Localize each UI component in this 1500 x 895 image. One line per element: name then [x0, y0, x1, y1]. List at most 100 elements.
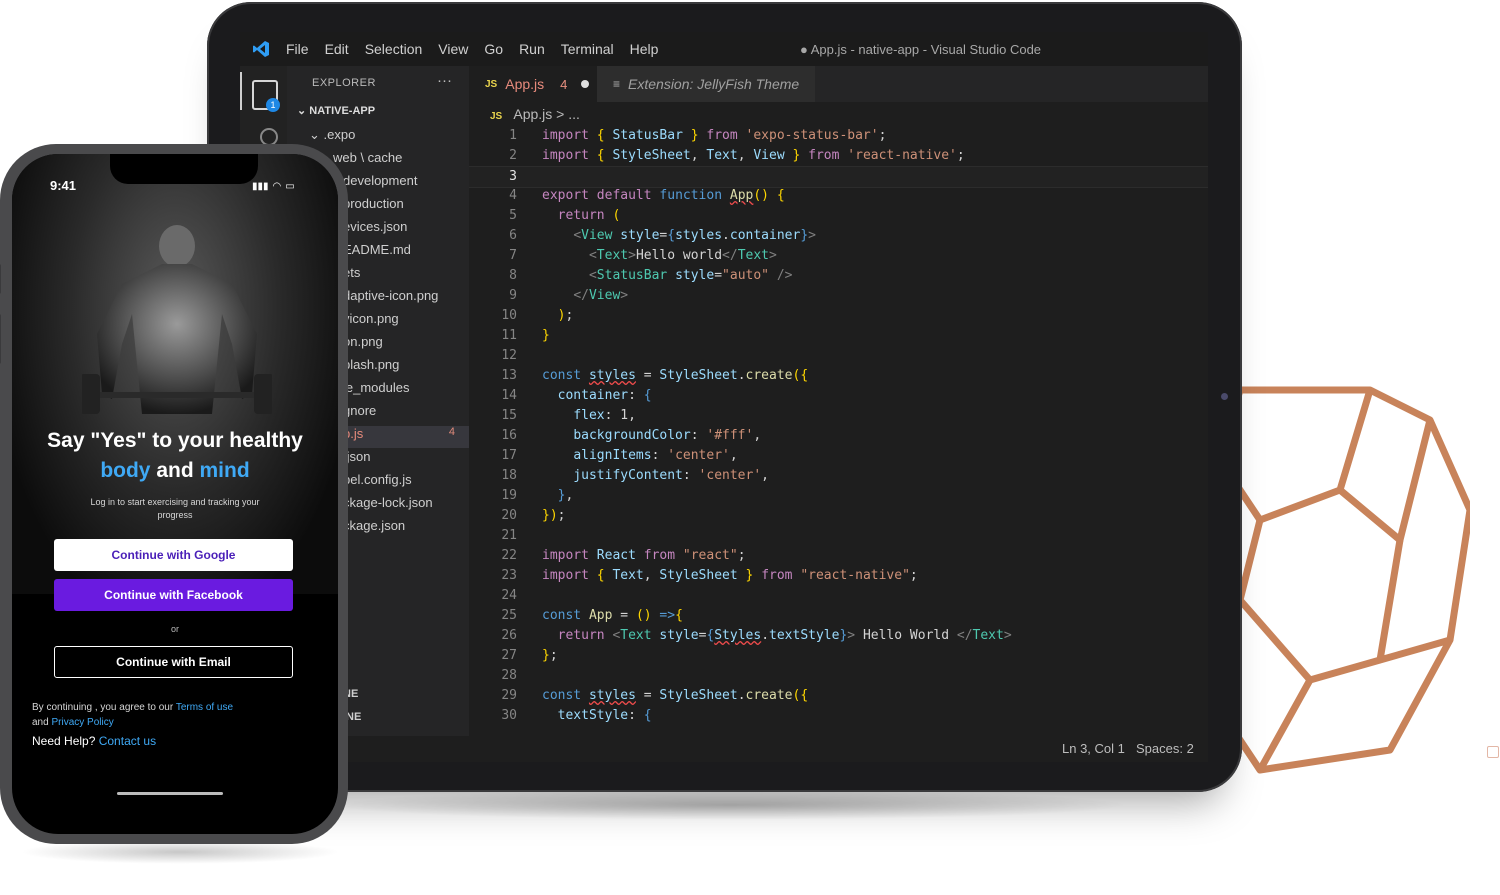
indentation-setting[interactable]: Spaces: 2 — [1136, 741, 1194, 756]
privacy-policy-link[interactable]: Privacy Policy — [51, 717, 113, 728]
code-line[interactable]: 4 export default function App() { — [469, 186, 1208, 206]
tree-item[interactable]: development — [343, 173, 417, 188]
code-line[interactable]: 11} — [469, 326, 1208, 346]
code-text: container: { — [557, 388, 652, 403]
line-number: 6 — [509, 228, 517, 243]
tab-app-js[interactable]: JS App.js 4 — [469, 66, 597, 102]
line-number: 15 — [501, 408, 517, 423]
code-line[interactable]: 24 — [469, 586, 1208, 606]
tree-item[interactable]: le_modules — [343, 380, 410, 395]
vscode-logo-icon — [253, 41, 269, 57]
code-line[interactable]: 22 import React from "react"; — [469, 546, 1208, 566]
terms-of-use-link[interactable]: Terms of use — [176, 702, 233, 713]
unsaved-dot-icon[interactable] — [581, 80, 590, 88]
line-number: 29 — [501, 688, 517, 703]
line-number: 27 — [501, 648, 517, 663]
menu-edit[interactable]: Edit — [325, 41, 349, 57]
breadcrumb: JS App.js > ... — [490, 106, 580, 122]
code-line[interactable]: 3 — [469, 166, 1208, 188]
tree-item[interactable]: evices.json — [343, 219, 407, 234]
code-line[interactable]: 14 container: { — [469, 386, 1208, 406]
menu-view[interactable]: View — [438, 41, 468, 57]
tree-item[interactable]: ckage.json — [343, 518, 405, 533]
code-line[interactable]: 13 const styles = StyleSheet.create({ — [469, 366, 1208, 386]
line-number: 9 — [509, 288, 517, 303]
code-line[interactable]: 23 import { Text, StyleSheet } from "reac… — [469, 566, 1208, 586]
continue-facebook-button[interactable]: Continue with Facebook — [54, 579, 293, 611]
line-number: 23 — [501, 568, 517, 583]
line-number: 5 — [509, 208, 517, 223]
menu-help[interactable]: Help — [630, 41, 659, 57]
code-line[interactable]: 17 alignItems: 'center', — [469, 446, 1208, 466]
code-line[interactable]: 15 flex: 1, — [469, 406, 1208, 426]
tree-item[interactable]: ⌄ .expo — [309, 127, 355, 143]
code-text: import { StatusBar } from 'expo-status-b… — [542, 128, 887, 143]
code-line[interactable]: 18 justifyContent: 'center', — [469, 466, 1208, 486]
code-text: <View style={styles.container}> — [573, 228, 816, 243]
tree-item[interactable]: on.png — [343, 334, 383, 349]
continue-google-button[interactable]: Continue with Google — [54, 539, 293, 571]
code-line[interactable]: 1 import { StatusBar } from 'expo-status-… — [469, 126, 1208, 146]
status-time: 9:41 — [50, 178, 77, 193]
code-line[interactable]: 16 backgroundColor: '#fff', — [469, 426, 1208, 446]
tree-item[interactable]: vicon.png — [343, 311, 399, 326]
line-number: 22 — [501, 548, 517, 563]
code-line[interactable]: 8 <StatusBar style="auto" /> — [469, 266, 1208, 286]
code-text: import { Text, StyleSheet } from "react-… — [542, 568, 918, 583]
code-line[interactable]: 12 — [469, 346, 1208, 366]
window-title: ● App.js - native-app - Visual Studio Co… — [800, 42, 1042, 57]
line-number: 17 — [501, 448, 517, 463]
terms-prefix: By continuing , you agree to our — [32, 702, 176, 713]
menu-file[interactable]: File — [286, 41, 309, 57]
code-text: alignItems: 'center', — [573, 448, 738, 463]
tree-item[interactable]: EADME.md — [343, 242, 411, 257]
js-file-icon: JS — [490, 111, 503, 122]
code-line[interactable]: 21 — [469, 526, 1208, 546]
contact-us-link[interactable]: Contact us — [99, 734, 156, 748]
athlete-figure-image — [82, 225, 272, 414]
menu-selection[interactable]: Selection — [365, 41, 423, 57]
code-text: return <Text style={Styles.textStyle}> H… — [557, 628, 1012, 643]
tablet-camera — [1221, 393, 1228, 400]
line-number: 19 — [501, 488, 517, 503]
line-number: 7 — [509, 248, 517, 263]
tree-item[interactable]: web \ cache — [333, 150, 402, 165]
code-line[interactable]: 19 }, — [469, 486, 1208, 506]
tree-item[interactable]: plash.png — [343, 357, 399, 372]
code-line[interactable]: 26 return <Text style={Styles.textStyle}… — [469, 626, 1208, 646]
code-line[interactable]: 7 <Text>Hello world</Text> — [469, 246, 1208, 266]
home-indicator — [117, 792, 223, 795]
code-line[interactable]: 10 ); — [469, 306, 1208, 326]
tree-item[interactable]: bel.config.js — [343, 472, 412, 487]
tab-extension-theme[interactable]: ≡ Extension: JellyFish Theme — [597, 66, 815, 102]
menu-go[interactable]: Go — [484, 41, 503, 57]
menu-run[interactable]: Run — [519, 41, 545, 57]
code-line[interactable]: 28 — [469, 666, 1208, 686]
cursor-position[interactable]: Ln 3, Col 1 — [1062, 741, 1125, 756]
folder-root[interactable]: ⌄ NATIVE-APP — [297, 104, 375, 117]
code-text: import { StyleSheet, Text, View } from '… — [542, 148, 965, 163]
terms-text: By continuing , you agree to our Terms o… — [32, 700, 322, 730]
tree-item[interactable]: daptive-icon.png — [343, 288, 438, 303]
line-number: 3 — [509, 169, 517, 184]
code-line[interactable]: 2 import { StyleSheet, Text, View } from … — [469, 146, 1208, 166]
tree-item[interactable]: ckage-lock.json — [343, 495, 433, 510]
code-line[interactable]: 20}); — [469, 506, 1208, 526]
menu-terminal[interactable]: Terminal — [561, 41, 614, 57]
terms-and: and — [32, 717, 52, 728]
code-text: }; — [542, 648, 558, 663]
line-number: 13 — [501, 368, 517, 383]
code-line[interactable]: 25 const App = () =>{ — [469, 606, 1208, 626]
code-line[interactable]: 6 <View style={styles.container}> — [469, 226, 1208, 246]
code-line[interactable]: 27}; — [469, 646, 1208, 666]
code-line[interactable]: 9 </View> — [469, 286, 1208, 306]
tree-item[interactable]: production — [343, 196, 404, 211]
breadcrumb-file[interactable]: App.js — [513, 106, 552, 122]
continue-email-button[interactable]: Continue with Email — [54, 646, 293, 678]
code-editor[interactable]: 1 import { StatusBar } from 'expo-status-… — [469, 126, 1208, 740]
code-line[interactable]: 29 const styles = StyleSheet.create({ — [469, 686, 1208, 706]
code-line[interactable]: 5 return ( — [469, 206, 1208, 226]
line-number: 4 — [509, 188, 517, 203]
more-actions-icon[interactable]: ··· — [437, 72, 452, 89]
code-line[interactable]: 30 textStyle: { — [469, 706, 1208, 726]
